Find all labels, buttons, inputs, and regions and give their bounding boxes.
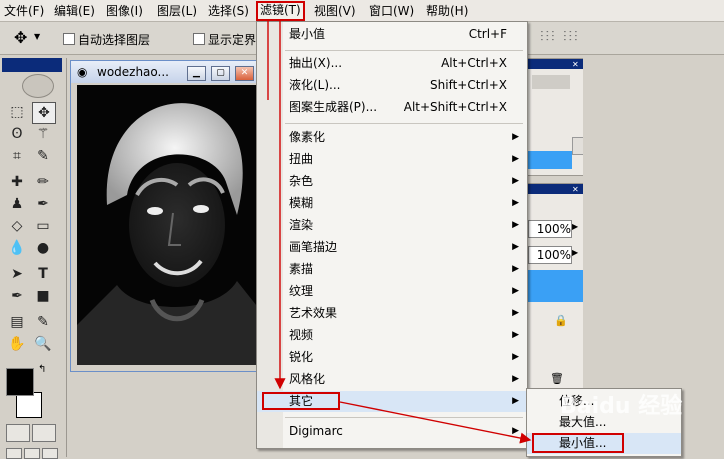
arrow-line-3 <box>339 401 532 444</box>
watermark: Baidu 经验 <box>560 394 683 419</box>
